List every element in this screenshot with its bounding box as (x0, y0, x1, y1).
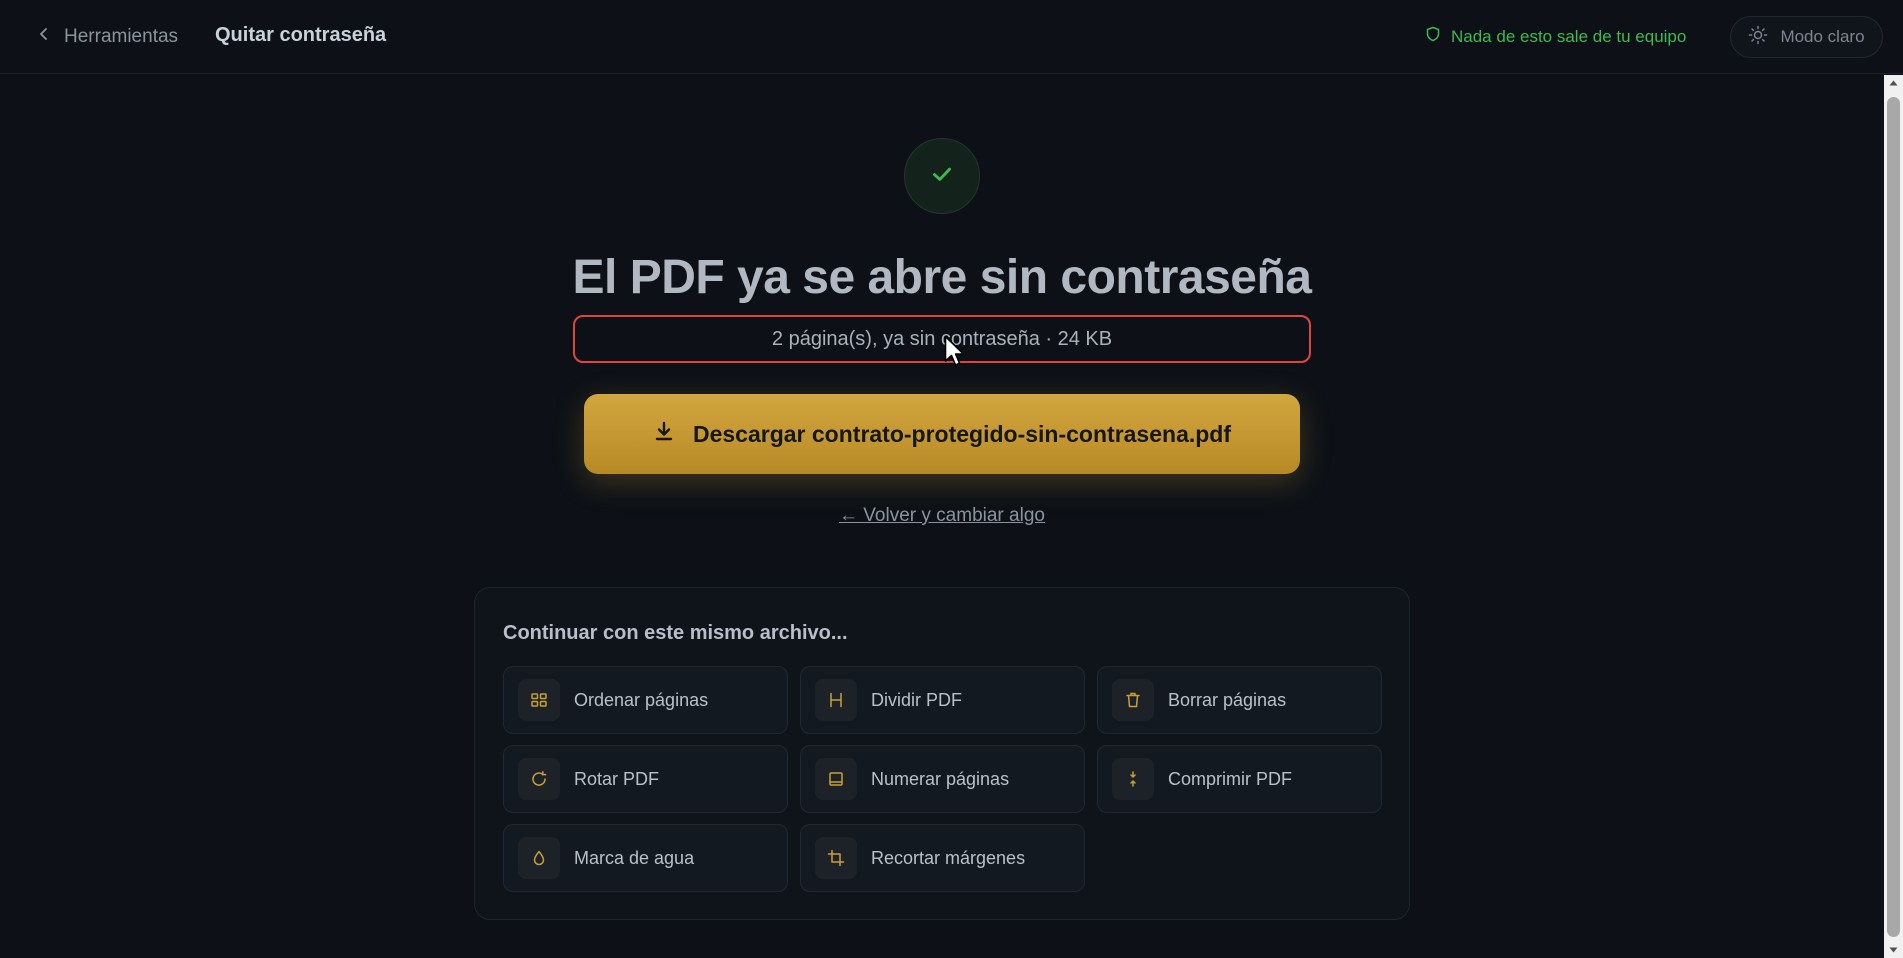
continue-panel: Continuar con este mismo archivo... Orde… (474, 587, 1410, 920)
split-icon (815, 679, 857, 721)
back-label: Herramientas (64, 26, 179, 47)
tool-recortar-margenes[interactable]: Recortar márgenes (800, 824, 1085, 892)
scrollbar-thumb[interactable] (1887, 97, 1900, 937)
droplet-icon (518, 837, 560, 879)
download-icon (653, 420, 675, 448)
vertical-scrollbar[interactable] (1884, 75, 1903, 958)
tool-label: Dividir PDF (871, 689, 963, 710)
file-info: 2 página(s), ya sin contraseña · 24 KB (573, 315, 1311, 363)
top-bar: Herramientas Quitar contraseña Nada de e… (0, 0, 1903, 74)
rotate-icon (518, 758, 560, 800)
page-title: Quitar contraseña (215, 24, 387, 46)
download-label: Descargar contrato-protegido-sin-contras… (692, 420, 1232, 447)
tool-label: Borrar páginas (1168, 689, 1287, 710)
tool-rotar-pdf[interactable]: Rotar PDF (503, 745, 788, 813)
tool-borrar-paginas[interactable]: Borrar páginas (1097, 666, 1382, 734)
mouse-pointer-icon (944, 335, 968, 369)
trash-icon (1112, 679, 1154, 721)
sun-icon (1748, 25, 1768, 50)
crop-icon (815, 837, 857, 879)
tool-ordenar-paginas[interactable]: Ordenar páginas (503, 666, 788, 734)
download-button[interactable]: Descargar contrato-protegido-sin-contras… (584, 394, 1300, 474)
tool-label: Recortar márgenes (871, 847, 1026, 868)
tool-numerar-paginas[interactable]: Numerar páginas (800, 745, 1085, 813)
tool-marca-de-agua[interactable]: Marca de agua (503, 824, 788, 892)
continue-panel-title: Continuar con este mismo archivo... (503, 622, 848, 644)
scroll-down-arrow-icon[interactable] (1884, 942, 1903, 958)
scroll-up-arrow-icon[interactable] (1884, 75, 1903, 91)
page-number-icon (815, 758, 857, 800)
tool-label: Ordenar páginas (574, 689, 709, 710)
shield-icon (1425, 26, 1441, 47)
back-to-tools-link[interactable]: Herramientas (36, 22, 178, 52)
privacy-note-text: Nada de esto sale de tu equipo (1451, 26, 1687, 46)
tool-dividir-pdf[interactable]: Dividir PDF (800, 666, 1085, 734)
back-and-edit-link[interactable]: ← Volver y cambiar algo (0, 505, 1884, 527)
tool-label: Marca de agua (574, 847, 695, 868)
tool-label: Rotar PDF (574, 768, 660, 789)
success-badge (904, 138, 980, 214)
compress-icon (1112, 758, 1154, 800)
theme-toggle-button[interactable]: Modo claro (1730, 16, 1883, 58)
tool-label: Numerar páginas (871, 768, 1010, 789)
tool-comprimir-pdf[interactable]: Comprimir PDF (1097, 745, 1382, 813)
result-headline: El PDF ya se abre sin contraseña (572, 251, 1313, 304)
grid-icon (518, 679, 560, 721)
checkmark-icon (929, 161, 955, 192)
chevron-left-icon (36, 26, 52, 48)
theme-toggle-label: Modo claro (1780, 27, 1865, 46)
privacy-note: Nada de esto sale de tu equipo (1425, 26, 1686, 47)
tool-label: Comprimir PDF (1168, 768, 1292, 789)
